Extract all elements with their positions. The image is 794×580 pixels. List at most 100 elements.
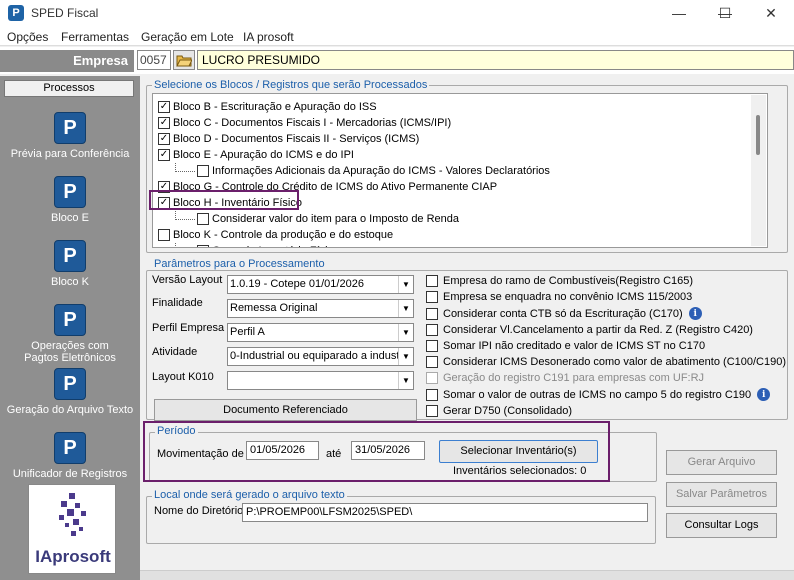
sidebar-item-pagtos[interactable]: P Operações com Pagtos Eletrônicos bbox=[0, 304, 140, 364]
layout-k010-select[interactable]: ▼ bbox=[227, 371, 414, 390]
perfil-select[interactable]: Perfil A ▼ bbox=[227, 323, 414, 342]
sidebar-item-geracao-arquivo[interactable]: P Geração do Arquivo Texto bbox=[0, 368, 140, 416]
tree-checkbox[interactable]: ✓ bbox=[158, 149, 170, 161]
tree-checkbox[interactable] bbox=[197, 213, 209, 225]
tree-scrollbar[interactable] bbox=[751, 95, 766, 246]
scrollbar-thumb[interactable] bbox=[756, 115, 760, 155]
layout-k010-label: Layout K010 bbox=[152, 371, 214, 383]
tree-item[interactable]: Bloco K - Controle da produção e do esto… bbox=[158, 227, 393, 243]
sidebar-item-label: Unificador de Registros bbox=[12, 468, 128, 480]
tree-connector bbox=[175, 243, 195, 247]
option-row[interactable]: Somar o valor de outras de ICMS no campo… bbox=[426, 388, 771, 402]
minimize-btn[interactable]: — bbox=[656, 0, 702, 26]
info-icon[interactable]: i bbox=[688, 307, 702, 321]
sidebar-item-previa[interactable]: P Prévia para Conferência bbox=[0, 112, 140, 160]
prosoft-p-icon: P bbox=[54, 240, 86, 272]
prosoft-p-icon: P bbox=[54, 112, 86, 144]
finalidade-select[interactable]: Remessa Original ▼ bbox=[227, 299, 414, 318]
tree-item[interactable]: ✓ Bloco B - Escrituração e Apuração do IS… bbox=[158, 99, 377, 115]
atividade-label: Atividade bbox=[152, 346, 198, 358]
option-row[interactable]: Somar IPI não creditado e valor de ICMS … bbox=[426, 339, 706, 352]
tree-item[interactable]: Gerar do Inventário Físico bbox=[175, 243, 339, 247]
option-checkbox[interactable] bbox=[426, 356, 438, 368]
tree-item-label: Bloco D - Documentos Fiscais II - Serviç… bbox=[173, 133, 420, 145]
tree-item[interactable]: ✓ Bloco D - Documentos Fiscais II - Servi… bbox=[158, 131, 419, 147]
iaprosoft-logo: IAprosoft bbox=[28, 484, 116, 574]
option-checkbox[interactable] bbox=[426, 404, 438, 417]
option-checkbox[interactable] bbox=[426, 275, 438, 287]
tree-item[interactable]: Considerar valor do item para o Imposto … bbox=[175, 211, 459, 227]
empresa-label: Empresa bbox=[0, 50, 134, 72]
chevron-down-icon: ▼ bbox=[398, 276, 413, 293]
option-row[interactable]: Considerar Vl.Cancelamento a partir da R… bbox=[426, 323, 753, 336]
option-label: Empresa se enquadra no convênio ICMS 115… bbox=[443, 291, 693, 304]
chevron-down-icon: ▼ bbox=[398, 372, 413, 389]
sidebar-item-bloco-k[interactable]: P Bloco K bbox=[0, 240, 140, 288]
menu-opcoes[interactable]: Opções bbox=[7, 30, 48, 44]
menu-ferramentas[interactable]: Ferramentas bbox=[61, 30, 129, 44]
option-checkbox[interactable] bbox=[426, 372, 438, 385]
salvar-parametros-button[interactable]: Salvar Parâmetros bbox=[666, 482, 777, 507]
option-checkbox[interactable] bbox=[426, 339, 438, 352]
option-checkbox[interactable] bbox=[426, 307, 438, 320]
sidebar-item-bloco-e[interactable]: P Bloco E bbox=[0, 176, 140, 224]
folder-open-icon[interactable] bbox=[173, 50, 195, 70]
tree-item[interactable]: ✓ Bloco E - Apuração do ICMS e do IPI bbox=[158, 147, 354, 163]
close-button[interactable]: ✕ bbox=[748, 0, 794, 26]
chevron-down-icon: ▼ bbox=[398, 300, 413, 317]
params-group-title: Parâmetros para o Processamento bbox=[152, 258, 327, 270]
menu-bar: Opções Ferramentas Geração em Lote IA pr… bbox=[0, 26, 794, 46]
tree-checkbox[interactable] bbox=[158, 229, 170, 241]
maximize-btn[interactable]: ☐ bbox=[702, 0, 748, 26]
tree-checkbox[interactable]: ✓ bbox=[158, 101, 170, 113]
sidebar-tab-processos[interactable]: Processos bbox=[4, 80, 134, 97]
option-checkbox[interactable] bbox=[426, 388, 438, 401]
tree-checkbox[interactable] bbox=[197, 165, 209, 177]
option-row[interactable]: Considerar conta CTB só da Escrituração … bbox=[426, 307, 702, 321]
option-checkbox[interactable] bbox=[426, 291, 438, 304]
documento-referenciado-button[interactable]: Documento Referenciado bbox=[154, 399, 417, 421]
tree-checkbox[interactable]: ✓ bbox=[158, 133, 170, 145]
tree-checkbox[interactable] bbox=[197, 245, 209, 247]
diretorio-field[interactable]: P:\PROEMP00\LFSM2025\SPED\ bbox=[242, 503, 648, 522]
sidebar-item-label: Bloco E bbox=[51, 212, 89, 224]
info-icon[interactable]: i bbox=[757, 388, 771, 402]
window-title: SPED Fiscal bbox=[31, 6, 99, 20]
empresa-name-field: LUCRO PRESUMIDO bbox=[197, 50, 794, 70]
app-icon: P bbox=[8, 5, 24, 21]
option-label: Empresa do ramo de Combustíveis(Registro… bbox=[443, 275, 694, 287]
sidebar-item-label: Bloco K bbox=[51, 276, 89, 288]
sidebar: Processos P Prévia para Conferência P Bl… bbox=[0, 76, 140, 580]
menu-geracao-lote[interactable]: Geração em Lote bbox=[141, 30, 234, 44]
horizontal-scrollbar[interactable] bbox=[140, 570, 794, 580]
atividade-select[interactable]: 0-Industrial ou equiparado a indust ▼ bbox=[227, 347, 414, 366]
sidebar-item-unificador[interactable]: P Unificador de Registros bbox=[0, 432, 140, 480]
option-row[interactable]: Empresa do ramo de Combustíveis(Registro… bbox=[426, 275, 693, 287]
versao-label: Versão Layout bbox=[152, 274, 223, 286]
option-row[interactable]: Considerar ICMS Desonerado como valor de… bbox=[426, 356, 786, 368]
option-row[interactable]: Gerar D750 (Consolidado) bbox=[426, 404, 572, 417]
option-row[interactable]: Empresa se enquadra no convênio ICMS 115… bbox=[426, 291, 693, 304]
gerar-arquivo-button[interactable]: Gerar Arquivo bbox=[666, 450, 777, 475]
option-label: Somar IPI não creditado e valor de ICMS … bbox=[443, 339, 706, 352]
diretorio-label: Nome do Diretório bbox=[154, 505, 244, 517]
sidebar-item-label: Prévia para Conferência bbox=[10, 148, 130, 160]
option-checkbox[interactable] bbox=[426, 323, 438, 336]
tree-connector bbox=[175, 211, 195, 220]
highlight-bloco-h bbox=[149, 190, 299, 210]
empresa-code-field[interactable]: 0057 bbox=[137, 50, 171, 70]
tree-item[interactable]: Informações Adicionais da Apuração do IC… bbox=[175, 163, 550, 179]
local-title: Local onde será gerado o arquivo texto bbox=[152, 489, 347, 501]
tree-item-label: Informações Adicionais da Apuração do IC… bbox=[212, 165, 550, 177]
menu-ia-prosoft[interactable]: IA prosoft bbox=[243, 30, 294, 44]
tree-item[interactable]: ✓ Bloco C - Documentos Fiscais I - Mercad… bbox=[158, 115, 451, 131]
versao-select[interactable]: 1.0.19 - Cotepe 01/01/2026 ▼ bbox=[227, 275, 414, 294]
tree-checkbox[interactable]: ✓ bbox=[158, 117, 170, 129]
tree-item-label: Bloco B - Escrituração e Apuração do ISS bbox=[173, 101, 377, 113]
tree-item-label: Bloco C - Documentos Fiscais I - Mercado… bbox=[173, 117, 452, 129]
consultar-logs-button[interactable]: Consultar Logs bbox=[666, 513, 777, 538]
prosoft-p-icon: P bbox=[54, 432, 86, 464]
option-row[interactable]: Geração do registro C191 para empresas c… bbox=[426, 372, 704, 385]
sidebar-item-label: Operações com Pagtos Eletrônicos bbox=[24, 340, 116, 364]
sidebar-item-label: Geração do Arquivo Texto bbox=[6, 404, 134, 416]
